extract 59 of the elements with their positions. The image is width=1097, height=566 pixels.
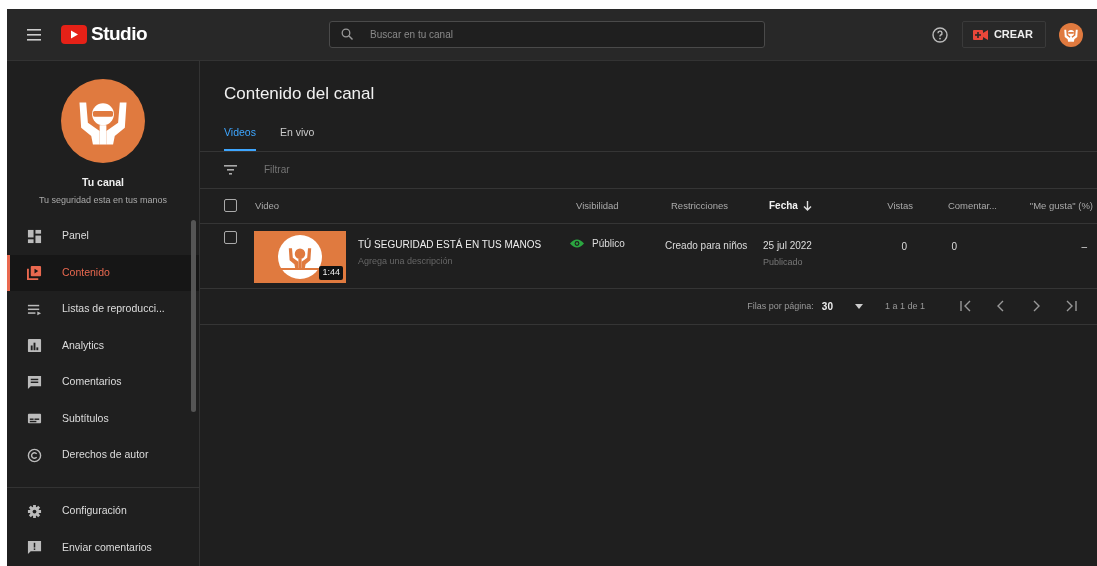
video-camera-plus-icon: [972, 29, 988, 40]
column-header[interactable]: Comentar...: [947, 198, 997, 213]
copyright-icon: [27, 447, 42, 463]
visibility-status: Público: [592, 236, 625, 251]
avatar[interactable]: [1059, 22, 1083, 47]
video-stack-icon: [27, 265, 42, 281]
tab[interactable]: En vivo: [279, 125, 315, 151]
comment-icon: [27, 374, 42, 390]
video-description: Agrega una descripción: [358, 254, 454, 268]
sidebar-item[interactable]: Analytics: [7, 327, 199, 364]
feedback-icon: [27, 540, 42, 556]
sidebar-item[interactable]: Configuración: [7, 493, 199, 530]
channel-tagline: Tu seguridad esta en tus manos: [38, 193, 168, 207]
sidebar-item[interactable]: Panel: [7, 218, 199, 255]
page-range: 1 a 1 de 1: [884, 299, 925, 313]
sort-down-icon: [802, 200, 812, 211]
column-header[interactable]: "Me gusta" (%): [1029, 198, 1093, 213]
column-header[interactable]: Video: [255, 198, 280, 213]
duration-badge: 1:44: [319, 266, 343, 280]
column-header[interactable]: Restricciones: [671, 198, 729, 213]
channel-avatar[interactable]: [61, 79, 145, 163]
table-cell: 0: [901, 240, 907, 252]
eye-icon: [570, 238, 584, 248]
filter-icon[interactable]: [224, 164, 237, 175]
help-icon[interactable]: [931, 26, 948, 43]
bar-chart-icon: [27, 338, 42, 354]
logo-text: Studio: [91, 22, 148, 47]
create-button[interactable]: CREAR: [961, 21, 1046, 48]
search-field[interactable]: Buscar en tu canal: [329, 21, 766, 48]
column-header[interactable]: Vistas: [887, 198, 913, 213]
dashboard-icon: [27, 228, 42, 244]
tab[interactable]: Videos: [224, 125, 256, 151]
play-logo-icon: [61, 25, 87, 44]
publish-status: Publicado: [763, 255, 804, 269]
scrollbar[interactable]: [191, 220, 196, 412]
date-text: 25 jul 2022: [763, 238, 813, 253]
sidebar-item[interactable]: Enviar comentarios: [7, 529, 199, 566]
filter-field[interactable]: Filtrar: [262, 161, 562, 179]
menu-icon[interactable]: [27, 28, 41, 41]
video-title[interactable]: TÚ SEGURIDAD ESTÁ EN TUS MANOS: [358, 236, 570, 252]
column-header[interactable]: Fecha: [769, 198, 798, 214]
table-cell: 0: [951, 240, 957, 252]
rows-per-page-label: Filas por página:: [747, 299, 814, 313]
sidebar-item[interactable]: Derechos de autor: [7, 437, 199, 474]
search-icon: [341, 28, 354, 40]
sidebar-item[interactable]: Listas de reproducci...: [7, 291, 199, 328]
table-cell: –: [1081, 240, 1087, 252]
checkbox[interactable]: [224, 199, 237, 213]
caret-icon: [854, 303, 863, 309]
table-cell-text: Creado para niños: [665, 238, 749, 253]
checkbox[interactable]: [224, 230, 237, 244]
page-title: Contenido del canal: [223, 83, 376, 105]
rows-per-page-dropdown[interactable]: 30: [821, 298, 863, 314]
channel-name: Tu canal: [82, 175, 124, 190]
settings-icon: [27, 503, 42, 519]
column-header[interactable]: Visibilidad: [576, 198, 619, 213]
sidebar-item[interactable]: Comentarios: [7, 364, 199, 401]
sidebar-item[interactable]: Contenido: [7, 254, 199, 291]
sidebar-item[interactable]: Subtítulos: [7, 400, 199, 437]
